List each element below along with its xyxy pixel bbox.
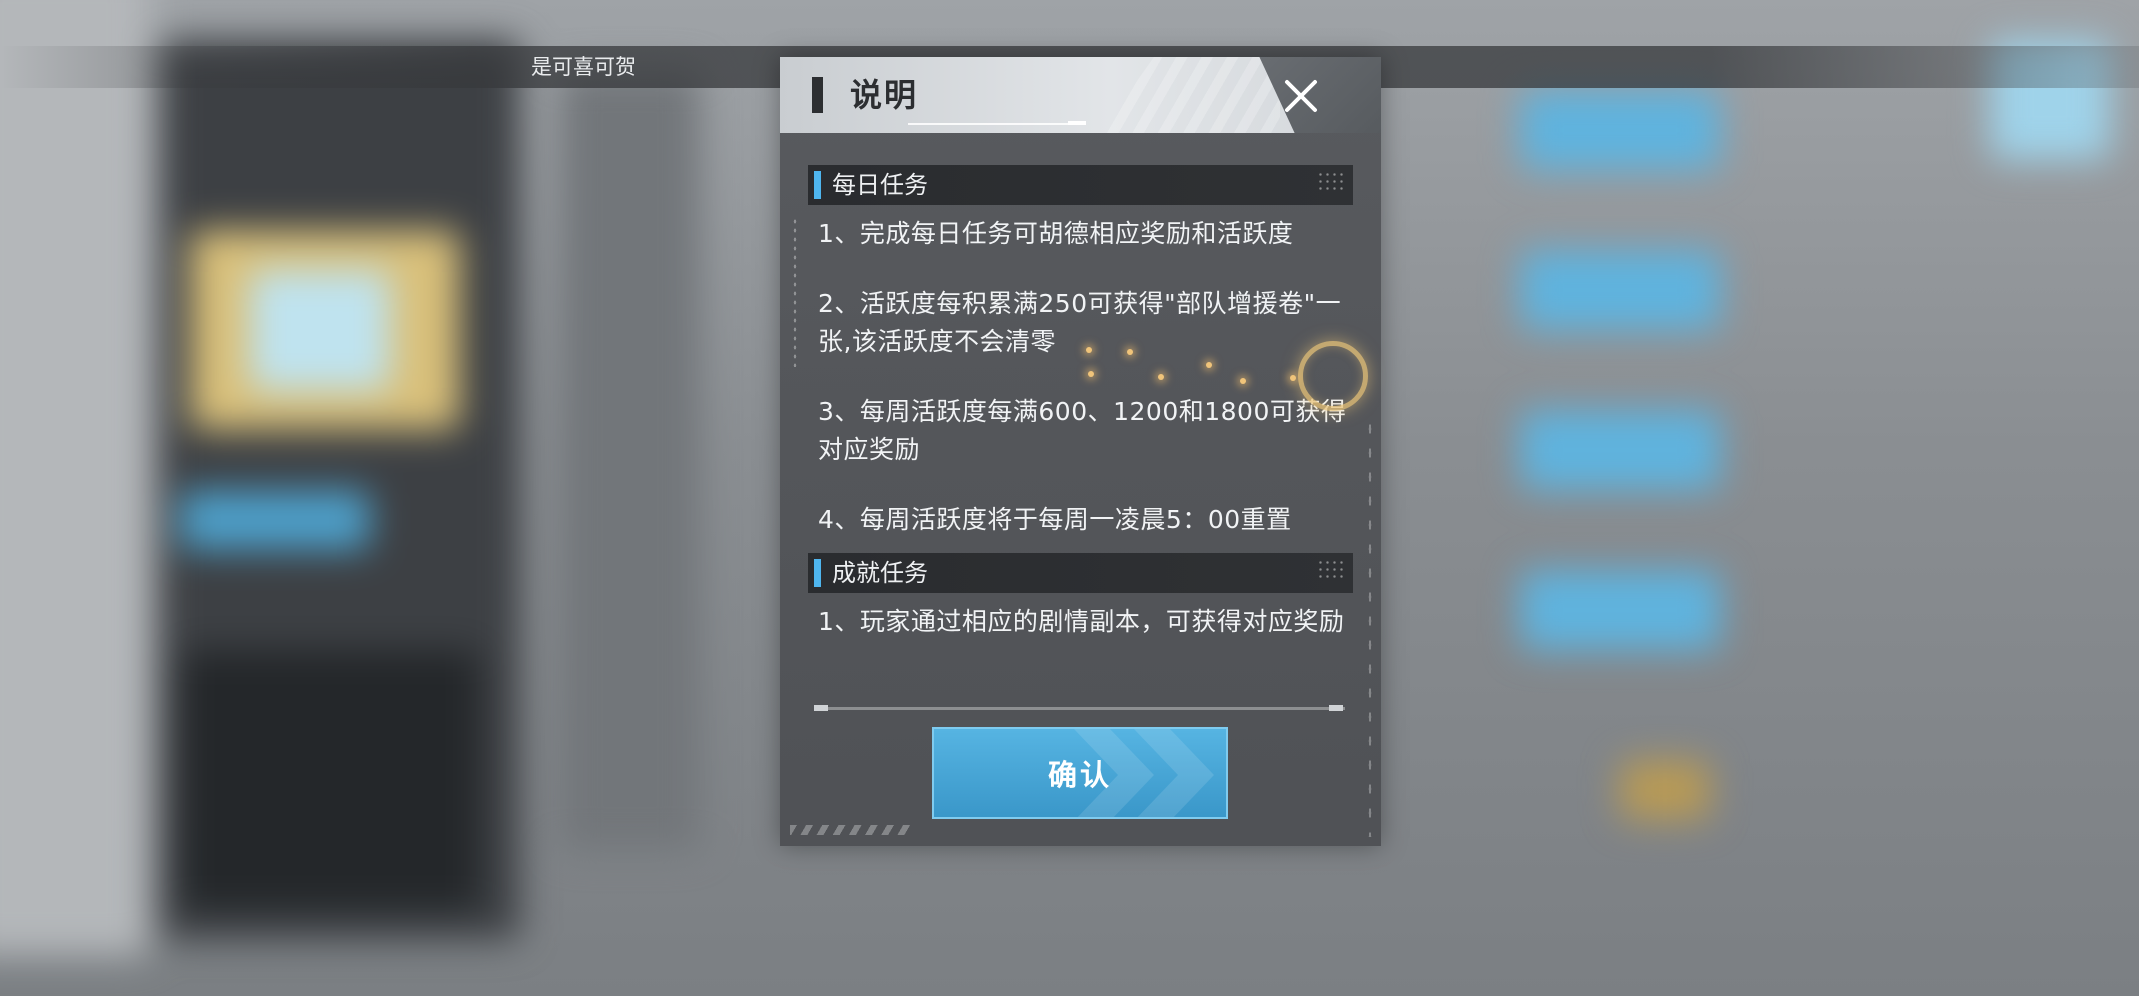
glow-ring-decoration xyxy=(1298,341,1368,411)
right-button-blur-4 xyxy=(1520,570,1720,650)
daily-rule-2: 2、活跃度每积累满250可获得"部队增援卷"一张,该活跃度不会清零 xyxy=(818,289,1342,356)
title-bar-accent xyxy=(812,77,823,113)
scrollbar-track[interactable] xyxy=(820,707,1345,710)
card-image-center-blur xyxy=(250,270,390,390)
section-title-daily: 每日任务 xyxy=(832,171,928,199)
spark-decoration xyxy=(1127,349,1133,355)
title-underline-dot xyxy=(1068,121,1086,125)
spark-decoration xyxy=(1290,375,1296,381)
dialog-content-scroll[interactable]: 每日任务 1、完成每日任务可胡德相应奖励和活跃度 2、活跃度每积累满250可获得… xyxy=(808,165,1353,705)
dialog-title: 说明 xyxy=(850,76,919,114)
window-title: 是可喜可贺 xyxy=(531,55,636,79)
spark-decoration xyxy=(1086,347,1092,353)
spark-decoration xyxy=(1240,378,1246,384)
scrollbar-left-cap xyxy=(814,705,828,711)
bottom-stripes xyxy=(790,825,910,835)
bottom-gold-blur xyxy=(1620,760,1710,820)
side-dot-pattern-right xyxy=(1367,417,1373,837)
spark-decoration xyxy=(1158,374,1164,380)
info-dialog: 说明 每日任务 1、完成每日任务可胡德相应奖励和活跃度 2、活跃度每积累满250… xyxy=(780,57,1381,846)
confirm-button-label: 确认 xyxy=(1047,758,1112,792)
section-title-achievement: 成就任务 xyxy=(832,559,928,587)
section-header-achievement: 成就任务 xyxy=(808,553,1353,593)
confirm-button[interactable]: 确认 xyxy=(932,727,1228,819)
section-accent xyxy=(814,171,821,199)
side-dot-pattern xyxy=(792,217,798,367)
daily-rule-3: 3、每周活跃度每满600、1200和1800可获得对应奖励 xyxy=(818,397,1347,464)
scrollbar-right-cap xyxy=(1329,705,1343,711)
section-accent xyxy=(814,559,821,587)
section-dots xyxy=(1317,171,1347,193)
spark-decoration xyxy=(1206,362,1212,368)
right-button-blur-1 xyxy=(1520,90,1720,170)
close-icon xyxy=(1285,80,1317,112)
left-list-blur xyxy=(180,490,370,550)
achievement-rule-1: 1、玩家通过相应的剧情副本，可获得对应奖励 xyxy=(818,607,1345,636)
close-button[interactable] xyxy=(1280,75,1322,117)
title-underline xyxy=(908,123,1068,125)
center-column-blur xyxy=(560,70,700,850)
right-button-blur-2 xyxy=(1520,250,1720,330)
section-header-daily: 每日任务 xyxy=(808,165,1353,205)
daily-rule-4: 4、每周活跃度将于每周一凌晨5：00重置 xyxy=(818,505,1292,534)
section-dots xyxy=(1317,559,1347,581)
left-dark-blur xyxy=(180,650,480,910)
spark-decoration xyxy=(1088,371,1094,377)
daily-rule-1: 1、完成每日任务可胡德相应奖励和活跃度 xyxy=(818,219,1294,248)
left-edge-blur xyxy=(0,0,150,956)
right-button-blur-3 xyxy=(1520,410,1720,490)
